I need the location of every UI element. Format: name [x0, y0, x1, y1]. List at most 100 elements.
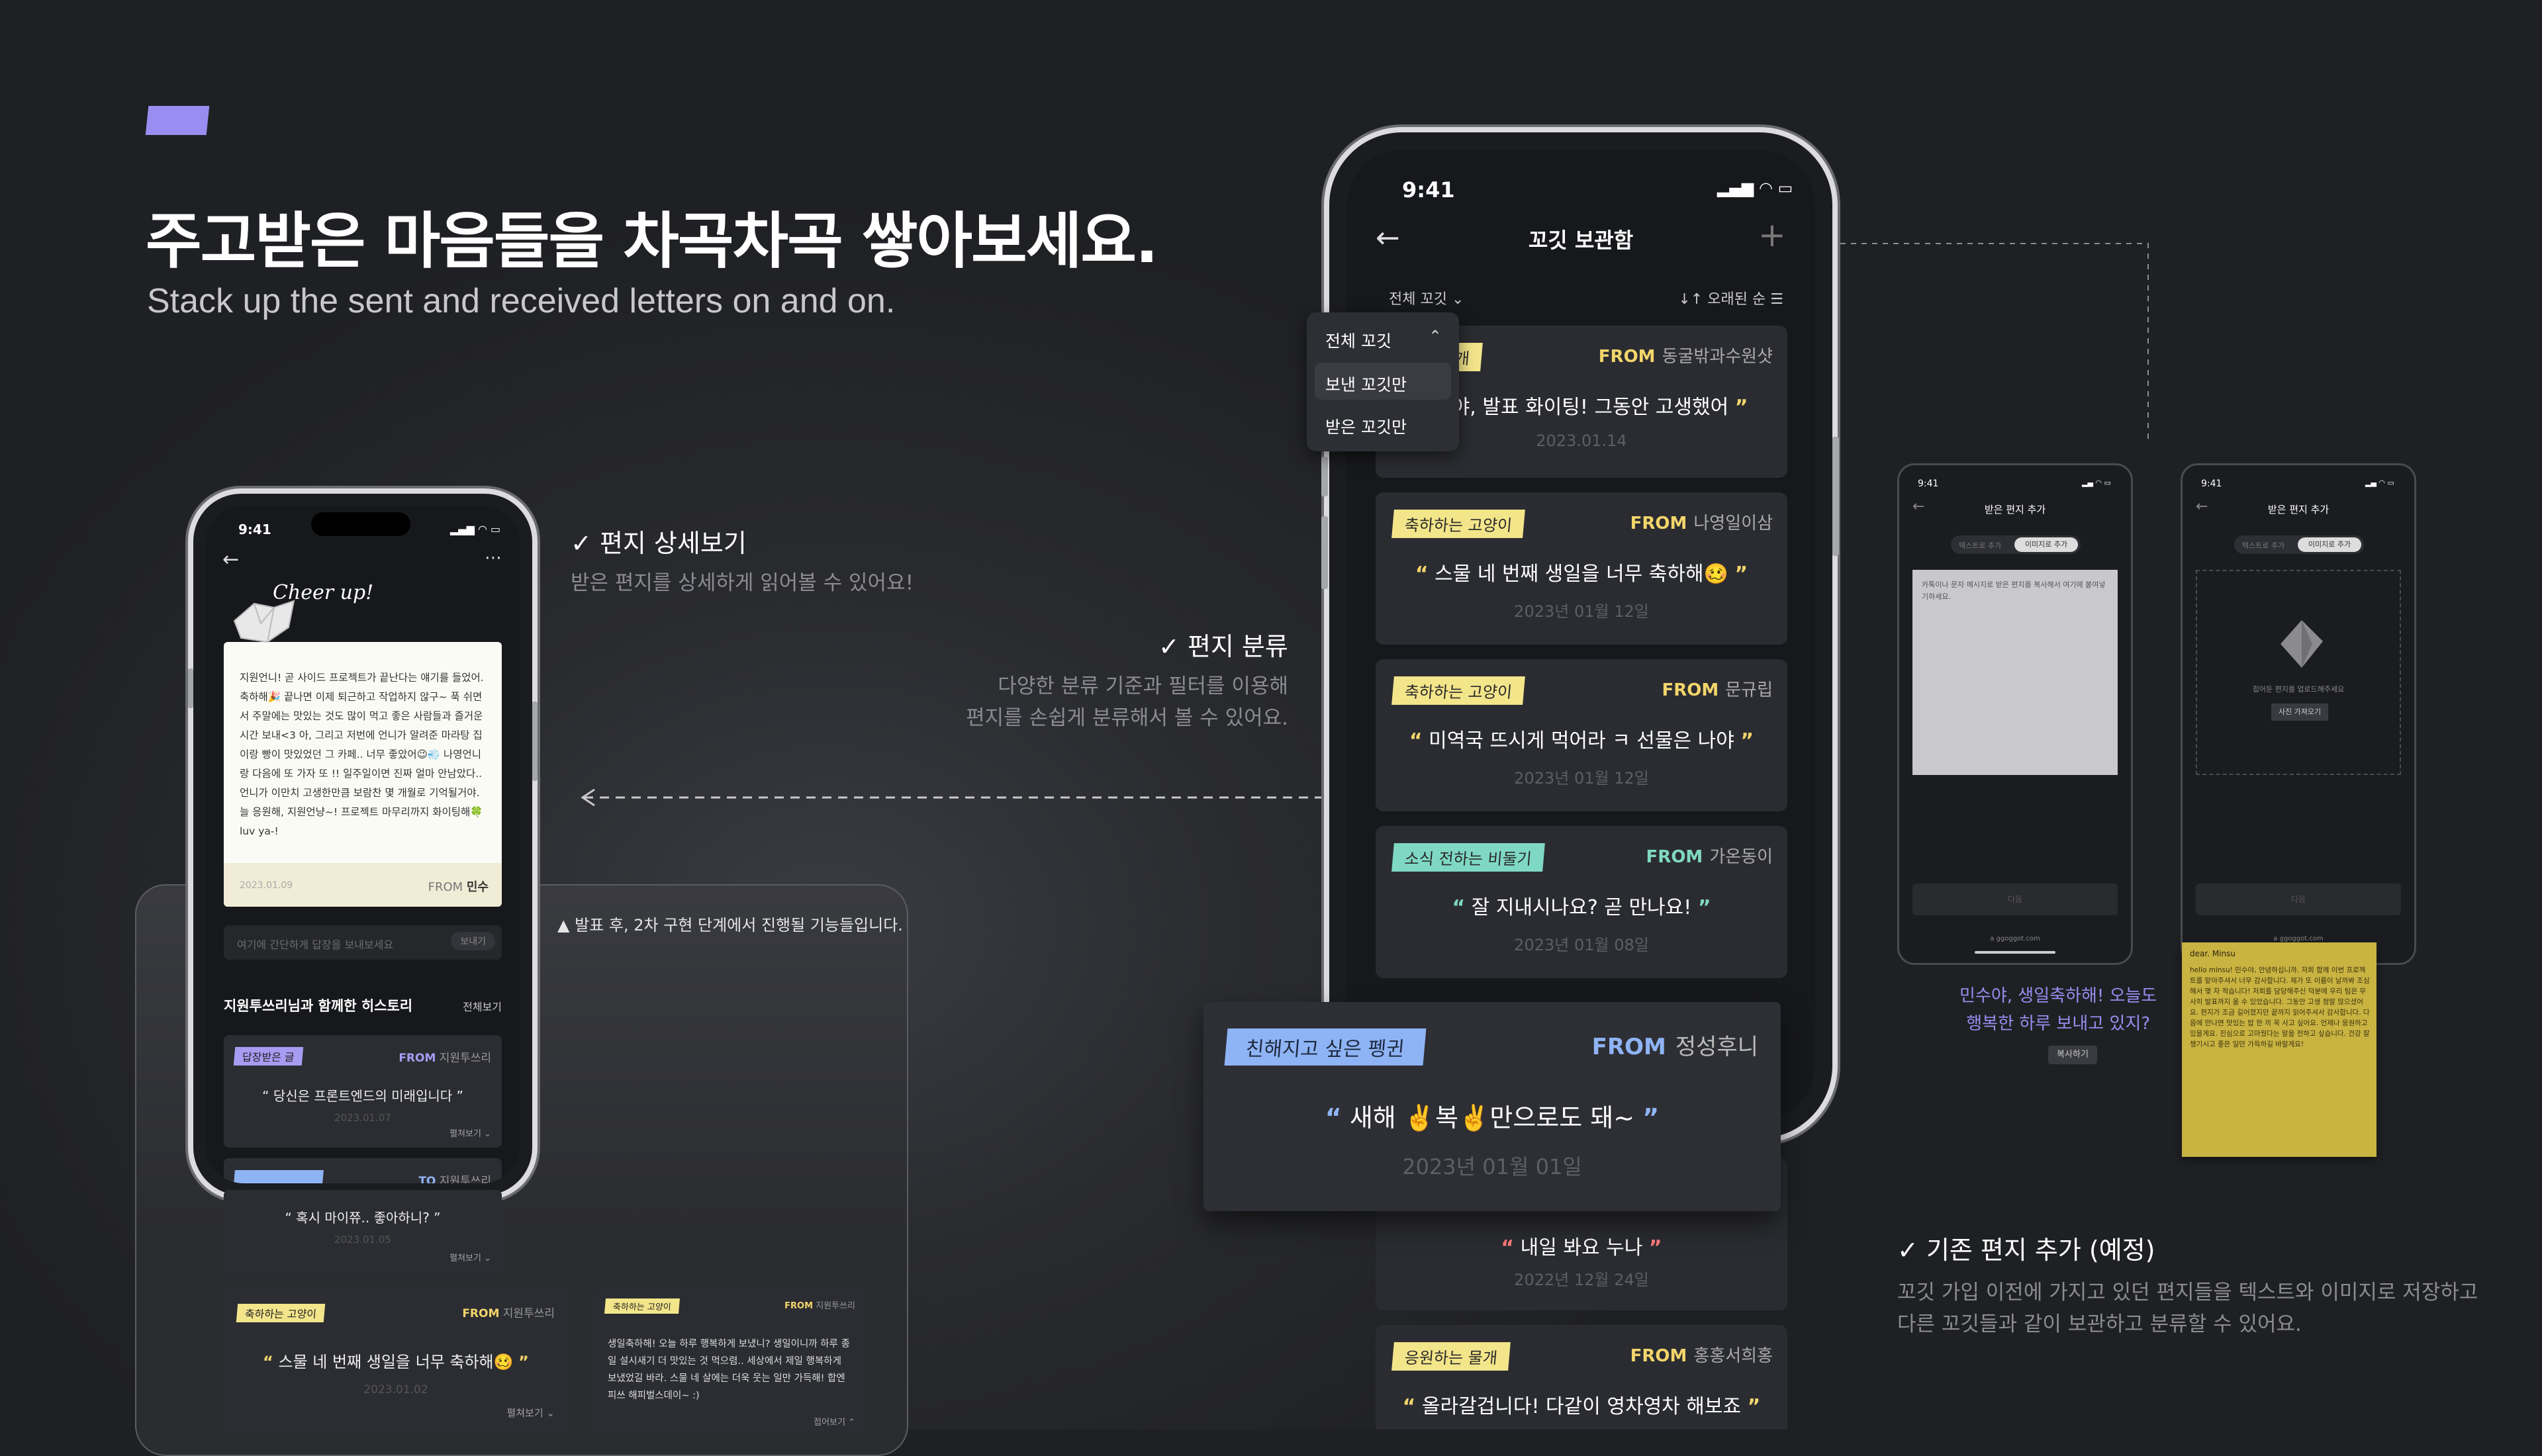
card-tag: 축하하는 고양이	[1391, 676, 1526, 705]
letter-line: 언니가 이만치 고생한만큼 보람찬 몇 개월로 기억될거야.	[240, 787, 480, 799]
letter-card[interactable]: 응원하는 물개 FROM 홍홍서희홍 “ 올라갈겁니다! 다같이 영차영차 해보죠…	[1376, 1325, 1787, 1430]
status-time: 9:41	[1918, 478, 1939, 489]
status-time: 9:41	[2201, 478, 2222, 489]
check-icon: ✓	[1158, 632, 1180, 661]
copy-button[interactable]: 복사하기	[2048, 1046, 2097, 1064]
detail-phone: 9:41 ▂▄▆ ◠ ▭ ← ⋯ 지원언니! 곧 사이드 프로젝트가 끝난다는 …	[193, 494, 532, 1195]
note-title: dear. Minsu	[2190, 949, 2236, 958]
pick-photo-button[interactable]: 사진 가져오기	[2271, 704, 2328, 721]
filter-select[interactable]: 전체 꼬깃 ⌄	[1389, 287, 1464, 308]
letter-line: 축하해🎉 끝나면 이제 퇴근하고 작업하지 않구~ 푹 쉬면	[240, 691, 483, 703]
card-quote: “ 내일 봐요 누나 ”	[1501, 1236, 1662, 1259]
next-button[interactable]: 다음	[2196, 884, 2401, 915]
history-date: 2023.01.07	[334, 1112, 391, 1124]
letter-card[interactable]: 축하하는 고양이 FROM 문규립 “ 미역국 뜨시게 먹어라 ㅋ 선물은 나야 …	[1376, 659, 1787, 811]
reply-input[interactable]: 여기에 간단하게 답장을 보내보세요 보내기	[224, 925, 502, 960]
expand-button[interactable]: 펼쳐보기 ⌄	[449, 1126, 491, 1139]
letter-line: 지원언니! 곧 사이드 프로젝트가 끝난다는 얘기를 들었어.	[240, 672, 484, 684]
screen-title: 꼬깃 보관함	[1528, 228, 1634, 253]
add-image-screen: 9:41 ▂▄ ◠ ▭ ← 받은 편지 추가 텍스트로 추가 이미지로 추가 접…	[2181, 463, 2416, 965]
history-card[interactable]: “ 혹시 마이쮸.. 좋아하니? ” 2023.01.05 펼쳐보기 ⌄	[224, 1190, 502, 1276]
letter-line: 늘 응원해, 지원언냥~! 프로젝트 마무리까지 화이팅해🍀	[240, 806, 483, 818]
chevron-down-icon: ⌄	[1451, 291, 1464, 308]
note-body: hello minsu! 민수야, 안녕하십니까. 저희 함께 이번 프로젝트를…	[2190, 966, 2370, 1048]
card-quote: “ 새해 ✌️복✌️만으로도 돼~ ”	[1325, 1103, 1660, 1132]
next-button[interactable]: 다음	[1912, 884, 2118, 915]
sort-select[interactable]: ↓↑ 오래된 순 ☰	[1678, 287, 1783, 308]
history-tag: 축하하는 고양이	[604, 1298, 680, 1314]
segment-text[interactable]: 텍스트로 추가	[2242, 540, 2284, 551]
history-tag: 축하하는 고양이	[236, 1304, 326, 1322]
status-icons: ▂▄▆ ◠ ▭	[1717, 179, 1793, 197]
segment-text[interactable]: 텍스트로 추가	[1959, 540, 2001, 551]
side-button	[1321, 457, 1328, 496]
history-title: 지원투쓰리님과 함께한 히스토리	[224, 998, 413, 1014]
callout-add-desc2: 다른 꼬깃들과 같이 보관하고 분류할 수 있어요.	[1897, 1312, 2302, 1336]
dropdown-item-sent[interactable]: 보낸 꼬깃만	[1315, 363, 1451, 400]
handwritten-letter-photo: dear. Minsu hello minsu! 민수야, 안녕하십니까. 저희…	[2182, 942, 2377, 1157]
expand-button[interactable]: 펼쳐보기 ⌄	[449, 1251, 491, 1263]
dropdown-item-all[interactable]: 전체 꼬깃	[1325, 328, 1391, 352]
history-card[interactable]: TO 지원투쓰리	[224, 1158, 502, 1183]
status-icons: ▂▄▆ ◠ ▭	[450, 523, 501, 535]
history-tag: 답장받은 글	[233, 1047, 303, 1066]
history-date: 2023.01.02	[363, 1383, 428, 1396]
callout-detail-desc: 받은 편지를 상세하게 읽어볼 수 있어요!	[571, 571, 914, 595]
paste-textarea[interactable]: 카톡이나 문자 메시지로 받은 편지를 복사해서 여기에 붙여넣기하세요.	[1912, 570, 2118, 775]
filter-settings-icon[interactable]: ☰	[1770, 291, 1783, 308]
card-tag: 소식 전하는 비둘기	[1391, 843, 1545, 872]
history-date: 2023.01.05	[334, 1234, 391, 1246]
check-icon: ✓	[571, 529, 592, 558]
screen-title: 받은 편지 추가	[1984, 504, 2046, 516]
add-icon[interactable]: +	[1758, 216, 1786, 254]
card-quote: “ 스물 네 번째 생일을 너무 축하해🥴 ”	[1415, 563, 1748, 586]
expand-button[interactable]: 펼쳐보기 ⌄	[506, 1406, 555, 1420]
letter-from: FROM 민수	[428, 880, 489, 894]
history-card[interactable]: 답장받은 글 FROM 지원투쓰리 “ 당신은 프론트엔드의 미래입니다 ” 2…	[224, 1035, 502, 1148]
example-message-text: 민수야, 생일축하해! 오늘도 행복한 하루 보내고 있지?	[1959, 986, 2157, 1034]
more-icon[interactable]: ⋯	[485, 548, 502, 568]
callout-classify-desc1: 다양한 분류 기준과 필터를 이용해	[998, 674, 1288, 698]
history-card-expanded[interactable]: 축하하는 고양이 FROM 지원투쓰리 생일축하해! 오늘 하루 행복하게 보냈…	[593, 1289, 867, 1435]
check-icon: ✓	[1897, 1236, 1918, 1265]
letter-line: 랑 다음에 또 가자 또 !! 일주일이면 진짜 얼마 안남았다..	[240, 768, 483, 780]
page-title: 주고받은 마음들을 차곡차곡 쌓아보세요.	[146, 206, 1158, 277]
reply-send-button[interactable]: 보내기	[451, 932, 495, 950]
dynamic-island	[311, 512, 410, 536]
history-full-letter: 생일축하해! 오늘 하루 행복하게 보냈니? 생일이니까 하루 종일 설시새기 …	[608, 1339, 850, 1401]
back-arrow-icon[interactable]: ←	[222, 548, 239, 571]
status-time: 9:41	[1402, 177, 1455, 203]
collapse-button[interactable]: 접어보기 ⌃	[814, 1415, 855, 1428]
add-text-screen: 9:41 ▂▄ ◠ ▭ ← 받은 편지 추가 텍스트로 추가 이미지로 추가 카…	[1897, 463, 2133, 965]
card-tag: 축하하는 고양이	[1391, 510, 1526, 538]
segment-image[interactable]: 이미지로 추가	[2014, 537, 2078, 552]
letter-card[interactable]: 축하하는 고양이 FROM 나영일이삼 “ 스물 네 번째 생일을 너무 축하해🥴…	[1376, 492, 1787, 645]
dropdown-item-received[interactable]: 받은 꼬깃만	[1325, 414, 1407, 438]
warning-icon: ▲	[557, 916, 570, 934]
history-card[interactable]: 축하하는 고양이 FROM 지원투쓰리 “ 스물 네 번째 생일을 너무 축하해…	[224, 1289, 568, 1435]
segment-image[interactable]: 이미지로 추가	[2298, 537, 2361, 552]
screen-title: 받은 편지 추가	[2267, 504, 2330, 516]
highlighted-letter-card[interactable]: 친해지고 싶은 펭귄 FROM 정성후니 “ 새해 ✌️복✌️만으로도 돼~ ” …	[1203, 1002, 1781, 1211]
history-quote: “ 스물 네 번째 생일을 너무 축하해🥴 ”	[263, 1353, 529, 1371]
side-button	[532, 702, 538, 781]
cheer-up-text: Cheer up!	[273, 581, 374, 604]
card-date: 2023년 01월 12일	[1514, 769, 1649, 788]
history-view-all[interactable]: 전체보기	[463, 998, 502, 1014]
status-time: 9:41	[238, 522, 271, 537]
history-quote: “ 당신은 프론트엔드의 미래입니다 ”	[262, 1088, 463, 1104]
side-button	[1321, 516, 1328, 589]
image-drop-zone[interactable]: 접어둔 편지를 업로드해주세요 사진 가져오기	[2196, 570, 2401, 775]
site-url: a ggoggot.com	[1990, 935, 2040, 942]
status-icons: ▂▄ ◠ ▭	[2365, 478, 2394, 487]
letter-line: luv ya-!	[240, 825, 279, 837]
dashed-arrow-connector	[581, 788, 1323, 807]
segmented-control: 텍스트로 추가 이미지로 추가	[1951, 535, 2081, 554]
letter-card[interactable]: 소식 전하는 비둘기 FROM 가온동이 “ 잘 지내시나요? 곧 만나요! ” …	[1376, 826, 1787, 978]
letter-line: 서 주말에는 맛있는 것도 많이 먹고 좋은 사람들과 즐거운	[240, 710, 483, 722]
history-tag	[234, 1170, 324, 1183]
callout-classify-desc2: 편지를 손쉽게 분류해서 볼 수 있어요.	[966, 706, 1288, 730]
site-url: a ggoggot.com	[2273, 935, 2324, 942]
home-indicator	[1975, 951, 2055, 954]
letter-line: 이랑 빵이 맛있었던 그 카페.. 너무 좋았어😉💨 나영언니	[240, 749, 482, 760]
